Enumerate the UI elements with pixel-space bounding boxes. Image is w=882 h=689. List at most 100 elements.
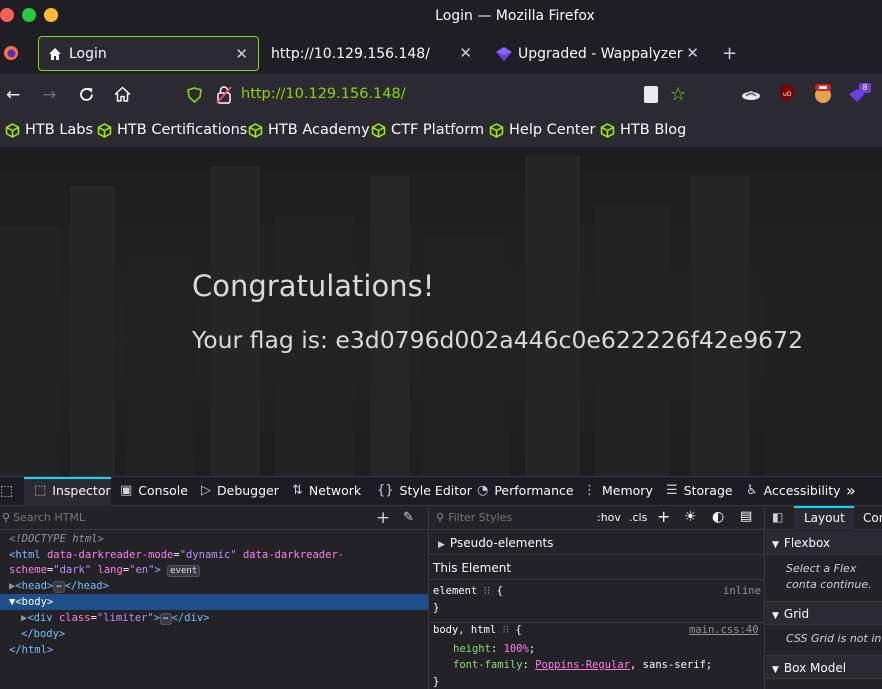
home-icon[interactable] bbox=[114, 86, 131, 107]
tab-layout-label[interactable]: Layout bbox=[804, 511, 845, 525]
style-editor-icon: {} bbox=[377, 483, 394, 498]
div-limiter-node[interactable]: ▶<div class="limiter"> ⋯ </div> bbox=[21, 612, 209, 625]
head-node[interactable]: ▶<head> ⋯ </head> bbox=[9, 580, 109, 593]
body-html-selector[interactable]: body, html ⁝⁝ { bbox=[433, 624, 522, 636]
html-close-node[interactable]: </html> bbox=[9, 644, 53, 656]
devtools-tab-performance[interactable]: ◔ Performance bbox=[477, 483, 574, 498]
light-mode-icon[interactable]: ☀ bbox=[684, 509, 697, 525]
search-icon: ⚲ bbox=[2, 511, 11, 524]
close-tab-icon[interactable]: ✕ bbox=[459, 44, 472, 62]
collapsed-badge[interactable]: ⋯ bbox=[53, 581, 65, 593]
devtools-tab-debugger[interactable]: ▷ Debugger bbox=[201, 483, 279, 498]
devtools-tab-style-editor[interactable]: {} Style Editor bbox=[377, 483, 472, 498]
page-content: Congratulations! Your flag is: e3d0796d0… bbox=[0, 147, 882, 476]
url-text[interactable]: http://10.129.156.148/ bbox=[241, 86, 406, 102]
rule-close-brace: } bbox=[433, 676, 440, 688]
element-selector[interactable]: element ⁝⁝ { bbox=[433, 585, 503, 597]
tab-login[interactable]: Login ✕ bbox=[38, 36, 259, 71]
element-rule: element ⁝⁝ { inline } bbox=[430, 581, 765, 623]
print-media-icon[interactable]: ▤ bbox=[740, 509, 752, 524]
devtools-tab-console[interactable]: ▣ Console bbox=[120, 483, 188, 498]
tab-bar: Login ✕ http://10.129.156.148/ ✕ Upgrade… bbox=[0, 33, 882, 74]
reload-icon[interactable] bbox=[78, 86, 95, 107]
bookmark-htb-blog[interactable]: HTB Blog bbox=[600, 122, 686, 138]
source-link[interactable]: main.css:40 bbox=[689, 624, 759, 636]
back-arrow-icon[interactable]: ← bbox=[6, 85, 20, 105]
firefox-menu-icon[interactable] bbox=[3, 45, 19, 61]
event-badge[interactable]: event bbox=[167, 565, 201, 577]
inspector-icon: ⬚ bbox=[34, 483, 47, 498]
html-search-bar: ⚲ + ✎ bbox=[0, 506, 428, 530]
reader-view-icon[interactable] bbox=[644, 86, 658, 103]
url-prefix: http:// bbox=[241, 86, 286, 102]
inspector-pane: ⚲ + ✎ <!DOCTYPE html> <html data-darkrea… bbox=[0, 506, 429, 689]
url-suffix: / bbox=[400, 86, 406, 102]
bookmarks-toolbar: HTB Labs HTB Certifications HTB Academy … bbox=[0, 116, 882, 147]
bookmark-htb-certifications[interactable]: HTB Certifications bbox=[97, 122, 247, 138]
bookmark-star-icon[interactable]: ☆ bbox=[670, 84, 686, 105]
extension-badge: 8 bbox=[862, 83, 868, 92]
new-tab-plus-icon[interactable]: + bbox=[722, 43, 737, 64]
window-title: Login — Mozilla Firefox bbox=[435, 8, 595, 24]
forward-arrow-icon[interactable]: → bbox=[42, 85, 56, 105]
height-declaration[interactable]: height: 100%; bbox=[453, 643, 535, 655]
devtools-tab-memory[interactable]: ⋮ Memory bbox=[583, 483, 653, 498]
console-icon: ▣ bbox=[120, 483, 133, 498]
body-close-node[interactable]: </body> bbox=[21, 628, 65, 640]
htb-cube-icon bbox=[371, 122, 386, 138]
devtools-tab-storage[interactable]: ☰ Storage bbox=[666, 483, 733, 498]
filter-icon: ⚲ bbox=[436, 511, 445, 524]
url-host: 10.129.156.148 bbox=[285, 86, 401, 102]
element-picker-icon[interactable]: ⬚ bbox=[0, 483, 13, 499]
rule-close-brace: } bbox=[433, 602, 440, 614]
extension-hat-icon[interactable] bbox=[741, 86, 761, 106]
flexbox-section[interactable]: ▼ Flexbox bbox=[766, 531, 882, 555]
collapsed-badge[interactable]: ⋯ bbox=[160, 613, 172, 625]
devtools-tab-inspector-label[interactable]: ⬚ Inspector bbox=[34, 483, 111, 498]
lock-insecure-icon[interactable] bbox=[216, 86, 232, 108]
devtools-tab-network[interactable]: ⇅ Network bbox=[292, 483, 361, 498]
bookmark-htb-academy[interactable]: HTB Academy bbox=[248, 122, 370, 138]
grid-section[interactable]: ▼ Grid bbox=[766, 601, 882, 625]
shield-icon[interactable] bbox=[187, 87, 202, 107]
add-rule-icon[interactable]: + bbox=[657, 507, 670, 526]
close-tab-icon[interactable]: ✕ bbox=[235, 45, 248, 63]
htb-cube-icon bbox=[600, 122, 615, 138]
url-bar[interactable]: http://10.129.156.148/ ☆ bbox=[175, 79, 705, 111]
sidebar-toggle-icon[interactable]: ◧ bbox=[772, 510, 783, 524]
doctype-node[interactable]: <!DOCTYPE html> bbox=[9, 533, 104, 545]
pseudo-elements-row[interactable]: ▶ Pseudo-elements bbox=[430, 531, 765, 555]
html-node[interactable]: <html data-darkreader-mode="dynamic" dat… bbox=[9, 549, 344, 561]
collapse-triangle-icon: ▼ bbox=[772, 540, 779, 550]
font-family-declaration[interactable]: font-family: Poppins-Regular, sans-serif… bbox=[453, 659, 712, 671]
layout-tabs: ◧ Layout Cor bbox=[766, 506, 882, 530]
cls-button[interactable]: .cls bbox=[629, 511, 647, 524]
page-heading: Congratulations! bbox=[192, 269, 435, 303]
navigation-toolbar: ← → http://10.129.156.148/ ☆ uO 8 bbox=[0, 74, 882, 116]
close-tab-icon[interactable]: ✕ bbox=[686, 44, 699, 62]
tab-computed-label[interactable]: Cor bbox=[863, 511, 882, 525]
eyedropper-icon[interactable]: ✎ bbox=[403, 510, 414, 525]
add-node-icon[interactable]: + bbox=[376, 508, 390, 528]
hov-button[interactable]: :hov bbox=[597, 511, 621, 524]
box-model-section[interactable]: ▼ Box Model bbox=[766, 655, 882, 679]
bookmark-ctf-platform[interactable]: CTF Platform bbox=[371, 122, 484, 138]
devtools-tab-accessibility[interactable]: ♿ Accessibility bbox=[746, 483, 841, 498]
inline-source: inline bbox=[723, 585, 761, 597]
more-tabs-chevron-icon[interactable]: » bbox=[846, 481, 856, 500]
ublock-origin-icon[interactable]: uO bbox=[779, 84, 795, 107]
html-search-input[interactable] bbox=[13, 511, 354, 524]
cookie-extension-icon[interactable] bbox=[813, 82, 833, 108]
contrast-icon[interactable]: ◐ bbox=[712, 509, 724, 525]
tab-ip[interactable]: http://10.129.156.148/ ✕ bbox=[262, 36, 482, 71]
bookmark-htb-labs[interactable]: HTB Labs bbox=[5, 122, 93, 138]
html-tree: <!DOCTYPE html> <html data-darkreader-mo… bbox=[0, 532, 428, 689]
network-icon: ⇅ bbox=[292, 483, 303, 498]
devtools-toolbar: ⬚ ⬚ Inspector ▣ Console ▷ Debugger ⇅ Network… bbox=[0, 476, 882, 506]
tab-wappalyzer[interactable]: Upgraded - Wappalyzer ✕ bbox=[487, 36, 709, 71]
dark-overlay bbox=[0, 147, 882, 476]
bookmark-help-center[interactable]: Help Center bbox=[489, 122, 595, 138]
filter-styles-input[interactable] bbox=[448, 511, 589, 524]
body-node[interactable]: ▼<body> bbox=[9, 596, 53, 608]
html-node-cont[interactable]: scheme="dark" lang="en"> event bbox=[9, 564, 201, 577]
